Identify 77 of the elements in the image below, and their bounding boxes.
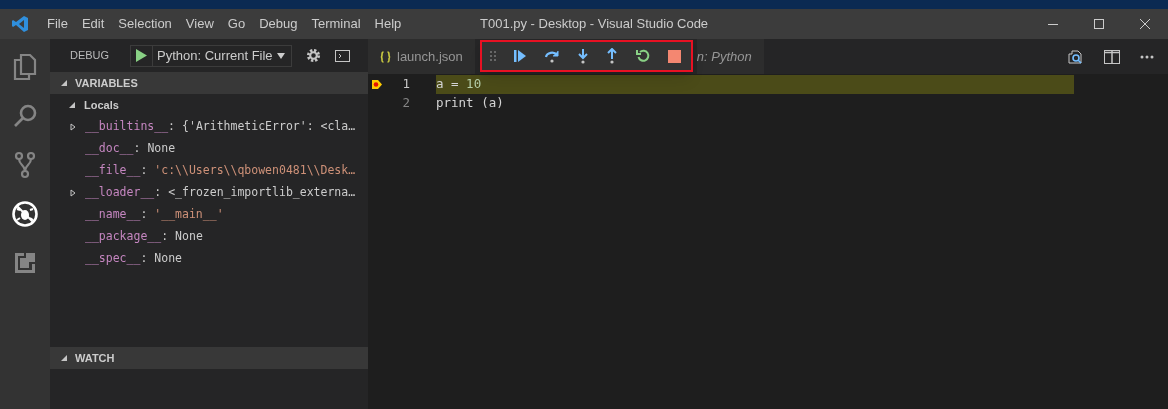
collapse-icon[interactable] bbox=[68, 101, 76, 109]
line-number: 1 bbox=[401, 75, 410, 94]
expand-icon[interactable] bbox=[69, 123, 77, 131]
collapse-icon[interactable] bbox=[60, 354, 68, 362]
variable-row[interactable]: __package__: None bbox=[50, 226, 368, 248]
branch-icon[interactable] bbox=[14, 150, 36, 179]
step-out-icon[interactable] bbox=[606, 48, 618, 64]
variable-name[interactable]: __file__ bbox=[85, 162, 141, 180]
editor-tab[interactable]: launch.json bbox=[368, 39, 475, 74]
menu-item[interactable]: Terminal bbox=[304, 14, 368, 34]
configuration-select[interactable]: Python: Current File bbox=[130, 44, 292, 67]
variable-name[interactable]: __builtins__ bbox=[85, 118, 169, 136]
variable-row[interactable]: __builtins__: {'ArithmeticError': <cla… bbox=[50, 116, 368, 138]
step-over-icon[interactable] bbox=[544, 49, 560, 63]
variable-row[interactable]: __spec__: None bbox=[50, 248, 368, 270]
minimize-icon[interactable] bbox=[1048, 23, 1058, 25]
separator: : bbox=[140, 206, 148, 224]
separator: : bbox=[140, 250, 148, 268]
menu-item[interactable]: Go bbox=[220, 14, 253, 34]
window-title: T001.py - Desktop - Visual Studio Code bbox=[480, 15, 709, 34]
separator: : bbox=[168, 118, 176, 136]
variable-value: '__main__' bbox=[154, 206, 224, 224]
variable-value: None bbox=[147, 140, 176, 158]
variable-row[interactable]: __file__: 'c:\\Users\\qbowen0481\\Desk… bbox=[50, 160, 368, 182]
dropdown-caret-icon[interactable] bbox=[276, 52, 285, 59]
variable-row[interactable]: __name__: '__main__' bbox=[50, 204, 368, 226]
editor-tab[interactable]: n: Python bbox=[696, 39, 764, 74]
search-icon[interactable] bbox=[1068, 48, 1084, 65]
console-icon[interactable] bbox=[334, 49, 350, 62]
extensions-icon[interactable] bbox=[13, 250, 37, 275]
variable-name[interactable]: __spec__ bbox=[85, 250, 141, 268]
variable-value: <_frozen_importlib_externa… bbox=[168, 184, 356, 202]
logo-icon bbox=[11, 15, 29, 33]
files-icon[interactable] bbox=[12, 52, 38, 81]
variable-name[interactable]: __loader__ bbox=[85, 184, 155, 202]
variable-value: 'c:\\Users\\qbowen0481\\Desk… bbox=[154, 162, 356, 180]
variable-name[interactable]: __name__ bbox=[85, 206, 141, 224]
menu-item[interactable]: View bbox=[178, 14, 221, 34]
menu-item[interactable]: Selection bbox=[111, 14, 179, 34]
separator: : bbox=[140, 162, 148, 180]
section-header[interactable]: VARIABLES bbox=[50, 72, 368, 94]
separator: : bbox=[161, 228, 169, 246]
menu-item[interactable]: File bbox=[40, 14, 75, 34]
separator: : bbox=[154, 184, 162, 202]
sidebar-title: DEBUG bbox=[70, 48, 111, 64]
separator: : bbox=[133, 140, 141, 158]
close-icon[interactable] bbox=[1140, 19, 1150, 29]
continue-icon[interactable] bbox=[513, 49, 527, 63]
more-icon[interactable] bbox=[1140, 54, 1154, 59]
section-header[interactable]: WATCH bbox=[50, 347, 368, 369]
breakpoint-arrow-icon bbox=[372, 80, 382, 89]
variable-value: {'ArithmeticError': <cla… bbox=[182, 118, 356, 136]
play-icon[interactable] bbox=[136, 49, 147, 62]
expand-icon[interactable] bbox=[69, 189, 77, 197]
split-editor-icon[interactable] bbox=[1104, 49, 1120, 64]
variable-value: None bbox=[154, 250, 183, 268]
variable-row[interactable]: __loader__: <_frozen_importlib_externa… bbox=[50, 182, 368, 204]
variable-row[interactable]: __doc__: None bbox=[50, 138, 368, 160]
line-number: 2 bbox=[401, 94, 410, 113]
variable-value: None bbox=[175, 228, 203, 246]
variable-name[interactable]: __doc__ bbox=[85, 140, 134, 158]
menu-item[interactable]: Debug bbox=[252, 14, 305, 34]
settings-icon[interactable] bbox=[305, 48, 321, 63]
no-bug-icon[interactable] bbox=[11, 199, 39, 228]
step-into-icon[interactable] bbox=[577, 48, 589, 64]
maximize-icon[interactable] bbox=[1094, 19, 1104, 29]
variable-name[interactable]: __package__ bbox=[85, 228, 162, 246]
collapse-icon[interactable] bbox=[60, 79, 68, 87]
braces-icon bbox=[380, 50, 391, 63]
menu-item[interactable]: Edit bbox=[74, 14, 112, 34]
drag-handle-icon[interactable] bbox=[490, 51, 496, 61]
code-line: print (a) bbox=[436, 94, 505, 113]
search-icon[interactable] bbox=[12, 102, 38, 129]
stop-icon[interactable] bbox=[668, 49, 681, 63]
restart-icon[interactable] bbox=[635, 48, 651, 64]
menu-item[interactable]: Help bbox=[367, 14, 409, 34]
scope-label[interactable]: Locals bbox=[84, 96, 119, 114]
